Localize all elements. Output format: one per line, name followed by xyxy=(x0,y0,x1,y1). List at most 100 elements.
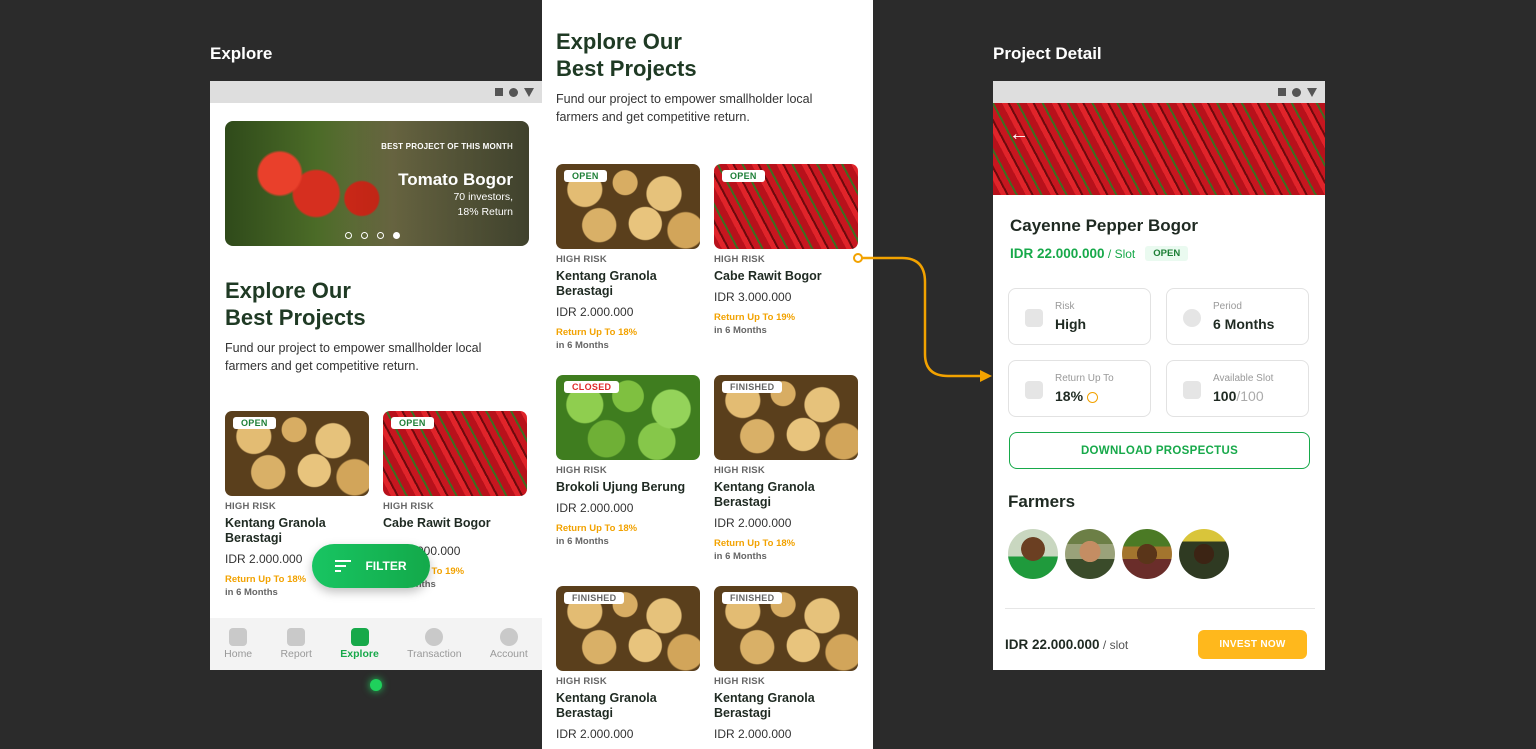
hero-investors: 70 investors, xyxy=(453,191,513,203)
footer-price-unit: / slot xyxy=(1099,638,1129,652)
price-unit: / Slot xyxy=(1104,247,1136,261)
carousel-dots[interactable] xyxy=(345,232,400,239)
project-card[interactable]: OPEN HIGH RISK Kentang Granola Berastagi… xyxy=(556,164,700,359)
trend-up-icon xyxy=(1025,381,1043,399)
tab-label: Home xyxy=(224,648,253,660)
invest-now-button[interactable]: INVEST NOW xyxy=(1198,630,1307,659)
project-name: Brokoli Ujung Berung xyxy=(556,480,686,494)
return-value: 18% xyxy=(1055,388,1084,404)
divider xyxy=(1005,608,1315,609)
hero-title: Tomato Bogor xyxy=(398,170,513,189)
project-price: IDR 2.000.000 xyxy=(556,501,634,515)
battery-icon xyxy=(524,87,534,97)
project-price: IDR 22.000.000 / Slot xyxy=(1010,246,1135,261)
status-badge: CLOSED xyxy=(564,381,620,393)
farmer-avatar[interactable] xyxy=(1065,529,1115,579)
stat-label: Period xyxy=(1213,301,1242,312)
footer-price: IDR 22.000.000 / slot xyxy=(1005,637,1128,652)
status-badge: FINISHED xyxy=(564,592,625,604)
hero-banner[interactable]: BEST PROJECT OF THIS MONTH Tomato Bogor … xyxy=(225,121,529,246)
project-period: in 6 Months xyxy=(714,551,767,562)
stat-value: 6 Months xyxy=(1213,316,1275,332)
project-card[interactable]: FINISHED HIGH RISK Kentang Granola Beras… xyxy=(714,586,858,746)
carousel-dot[interactable] xyxy=(361,232,368,239)
carousel-dot-active[interactable] xyxy=(393,232,400,239)
bottom-nav: Home Report Explore Transaction Account xyxy=(210,618,542,670)
tab-explore[interactable]: Explore xyxy=(340,628,379,660)
project-card[interactable]: FINISHED HIGH RISK Kentang Granola Beras… xyxy=(556,586,700,746)
signal-icon xyxy=(495,88,503,96)
project-title: Cayenne Pepper Bogor xyxy=(1010,216,1198,235)
project-period: in 6 Months xyxy=(714,325,767,336)
project-price: IDR 2.000.000 xyxy=(556,727,634,741)
title-line-2: Best Projects xyxy=(225,305,366,330)
project-card[interactable]: OPEN HIGH RISK Cabe Rawit Bogor IDR 3.00… xyxy=(714,164,858,359)
farmer-avatar[interactable] xyxy=(1008,529,1058,579)
detail-screen-label: Project Detail xyxy=(993,44,1102,63)
status-badge: OPEN xyxy=(722,170,765,182)
page-subtitle: Fund our project to empower smallholder … xyxy=(225,341,482,373)
stat-value: 100/100 xyxy=(1213,388,1264,404)
project-return: Return Up To 18% xyxy=(714,538,796,549)
transaction-icon xyxy=(425,628,444,646)
info-icon[interactable] xyxy=(1086,391,1098,403)
hero-return: 18% Return xyxy=(457,206,513,218)
carousel-dot[interactable] xyxy=(377,232,384,239)
title-line-1: Explore Our xyxy=(556,29,682,54)
plant-icon xyxy=(350,628,369,646)
project-period: in 6 Months xyxy=(556,536,609,547)
project-price: IDR 2.000.000 xyxy=(556,305,634,319)
page-subtitle: Fund our project to empower smallholder … xyxy=(556,92,813,124)
slot-stat: Available Slot 100/100 xyxy=(1166,360,1309,417)
status-badge: FINISHED xyxy=(722,592,783,604)
risk-label: HIGH RISK xyxy=(556,676,607,687)
home-icon xyxy=(229,628,248,646)
tab-report[interactable]: Report xyxy=(280,628,312,660)
grid-icon xyxy=(1183,381,1201,399)
status-badge: OPEN xyxy=(1145,246,1189,261)
risk-label: HIGH RISK xyxy=(714,465,765,476)
project-cover-image: ← xyxy=(993,103,1325,195)
title-line-2: Best Projects xyxy=(556,56,697,81)
clock-icon xyxy=(1183,309,1201,327)
back-arrow-icon[interactable]: ← xyxy=(1009,123,1029,146)
carousel-dot[interactable] xyxy=(345,232,352,239)
filter-button[interactable]: FILTER xyxy=(312,544,430,588)
status-badge: OPEN xyxy=(564,170,607,182)
farmer-avatar[interactable] xyxy=(1122,529,1172,579)
stat-label: Available Slot xyxy=(1213,373,1274,384)
project-name: Kentang Granola Berastagi xyxy=(714,691,815,720)
project-name: Cabe Rawit Bogor xyxy=(714,269,822,283)
tab-home[interactable]: Home xyxy=(224,628,252,660)
signal-icon xyxy=(1278,88,1286,96)
project-card[interactable]: CLOSED HIGH RISK Brokoli Ujung Berung ID… xyxy=(556,375,700,570)
download-prospectus-button[interactable]: DOWNLOAD PROSPECTUS xyxy=(1009,432,1310,469)
project-name: Kentang Granola Berastagi xyxy=(556,269,657,298)
project-price: IDR 3.000.000 xyxy=(714,290,792,304)
explore-screen-label: Explore xyxy=(210,44,273,63)
status-bar xyxy=(210,81,542,103)
tab-transaction[interactable]: Transaction xyxy=(407,628,462,660)
farmers-heading: Farmers xyxy=(1008,492,1076,511)
hero-eyebrow: BEST PROJECT OF THIS MONTH xyxy=(381,142,513,151)
risk-label: HIGH RISK xyxy=(556,465,607,476)
status-badge: FINISHED xyxy=(722,381,783,393)
farmer-avatar[interactable] xyxy=(1179,529,1229,579)
slot-total: /100 xyxy=(1236,388,1264,404)
account-icon xyxy=(499,628,518,646)
risk-label: HIGH RISK xyxy=(556,254,607,265)
stat-value: High xyxy=(1055,316,1087,332)
risk-label: HIGH RISK xyxy=(714,676,765,687)
explore-phone: BEST PROJECT OF THIS MONTH Tomato Bogor … xyxy=(210,81,542,670)
project-card[interactable]: FINISHED HIGH RISK Kentang Granola Beras… xyxy=(714,375,858,570)
tab-account[interactable]: Account xyxy=(490,628,528,660)
flow-connector-arrow xyxy=(853,253,992,382)
footer-price-value: IDR 22.000.000 xyxy=(1005,637,1100,652)
risk-label: HIGH RISK xyxy=(714,254,765,265)
project-return: Return Up To 18% xyxy=(556,327,638,338)
wifi-icon xyxy=(1292,87,1301,97)
report-icon xyxy=(287,628,306,646)
risk-label: HIGH RISK xyxy=(383,501,434,512)
page-title: Explore Our Best Projects xyxy=(556,28,697,82)
scroll-indicator-dot xyxy=(370,679,382,691)
